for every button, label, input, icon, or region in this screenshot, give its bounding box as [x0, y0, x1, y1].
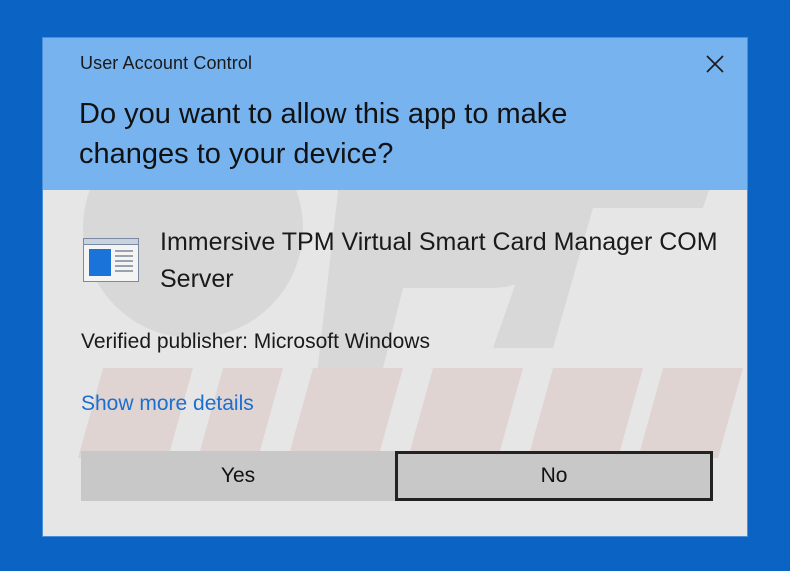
no-button-label: No: [540, 464, 568, 487]
yes-button[interactable]: Yes: [81, 451, 395, 501]
application-window-icon: [83, 238, 139, 282]
dialog-header: User Account Control Do you want to allo…: [43, 38, 747, 190]
close-button[interactable]: [697, 48, 733, 80]
close-icon: [706, 55, 724, 73]
yes-button-label: Yes: [220, 464, 256, 487]
app-name: Immersive TPM Virtual Smart Card Manager…: [160, 228, 718, 293]
dialog-question: Do you want to allow this app to make ch…: [79, 98, 568, 170]
window-title: User Account Control: [80, 53, 253, 73]
show-more-details-link[interactable]: Show more details: [81, 392, 254, 416]
uac-dialog: User Account Control Do you want to allo…: [42, 37, 748, 537]
verified-publisher: Verified publisher: Microsoft Windows: [81, 330, 430, 353]
no-button[interactable]: No: [395, 451, 713, 501]
